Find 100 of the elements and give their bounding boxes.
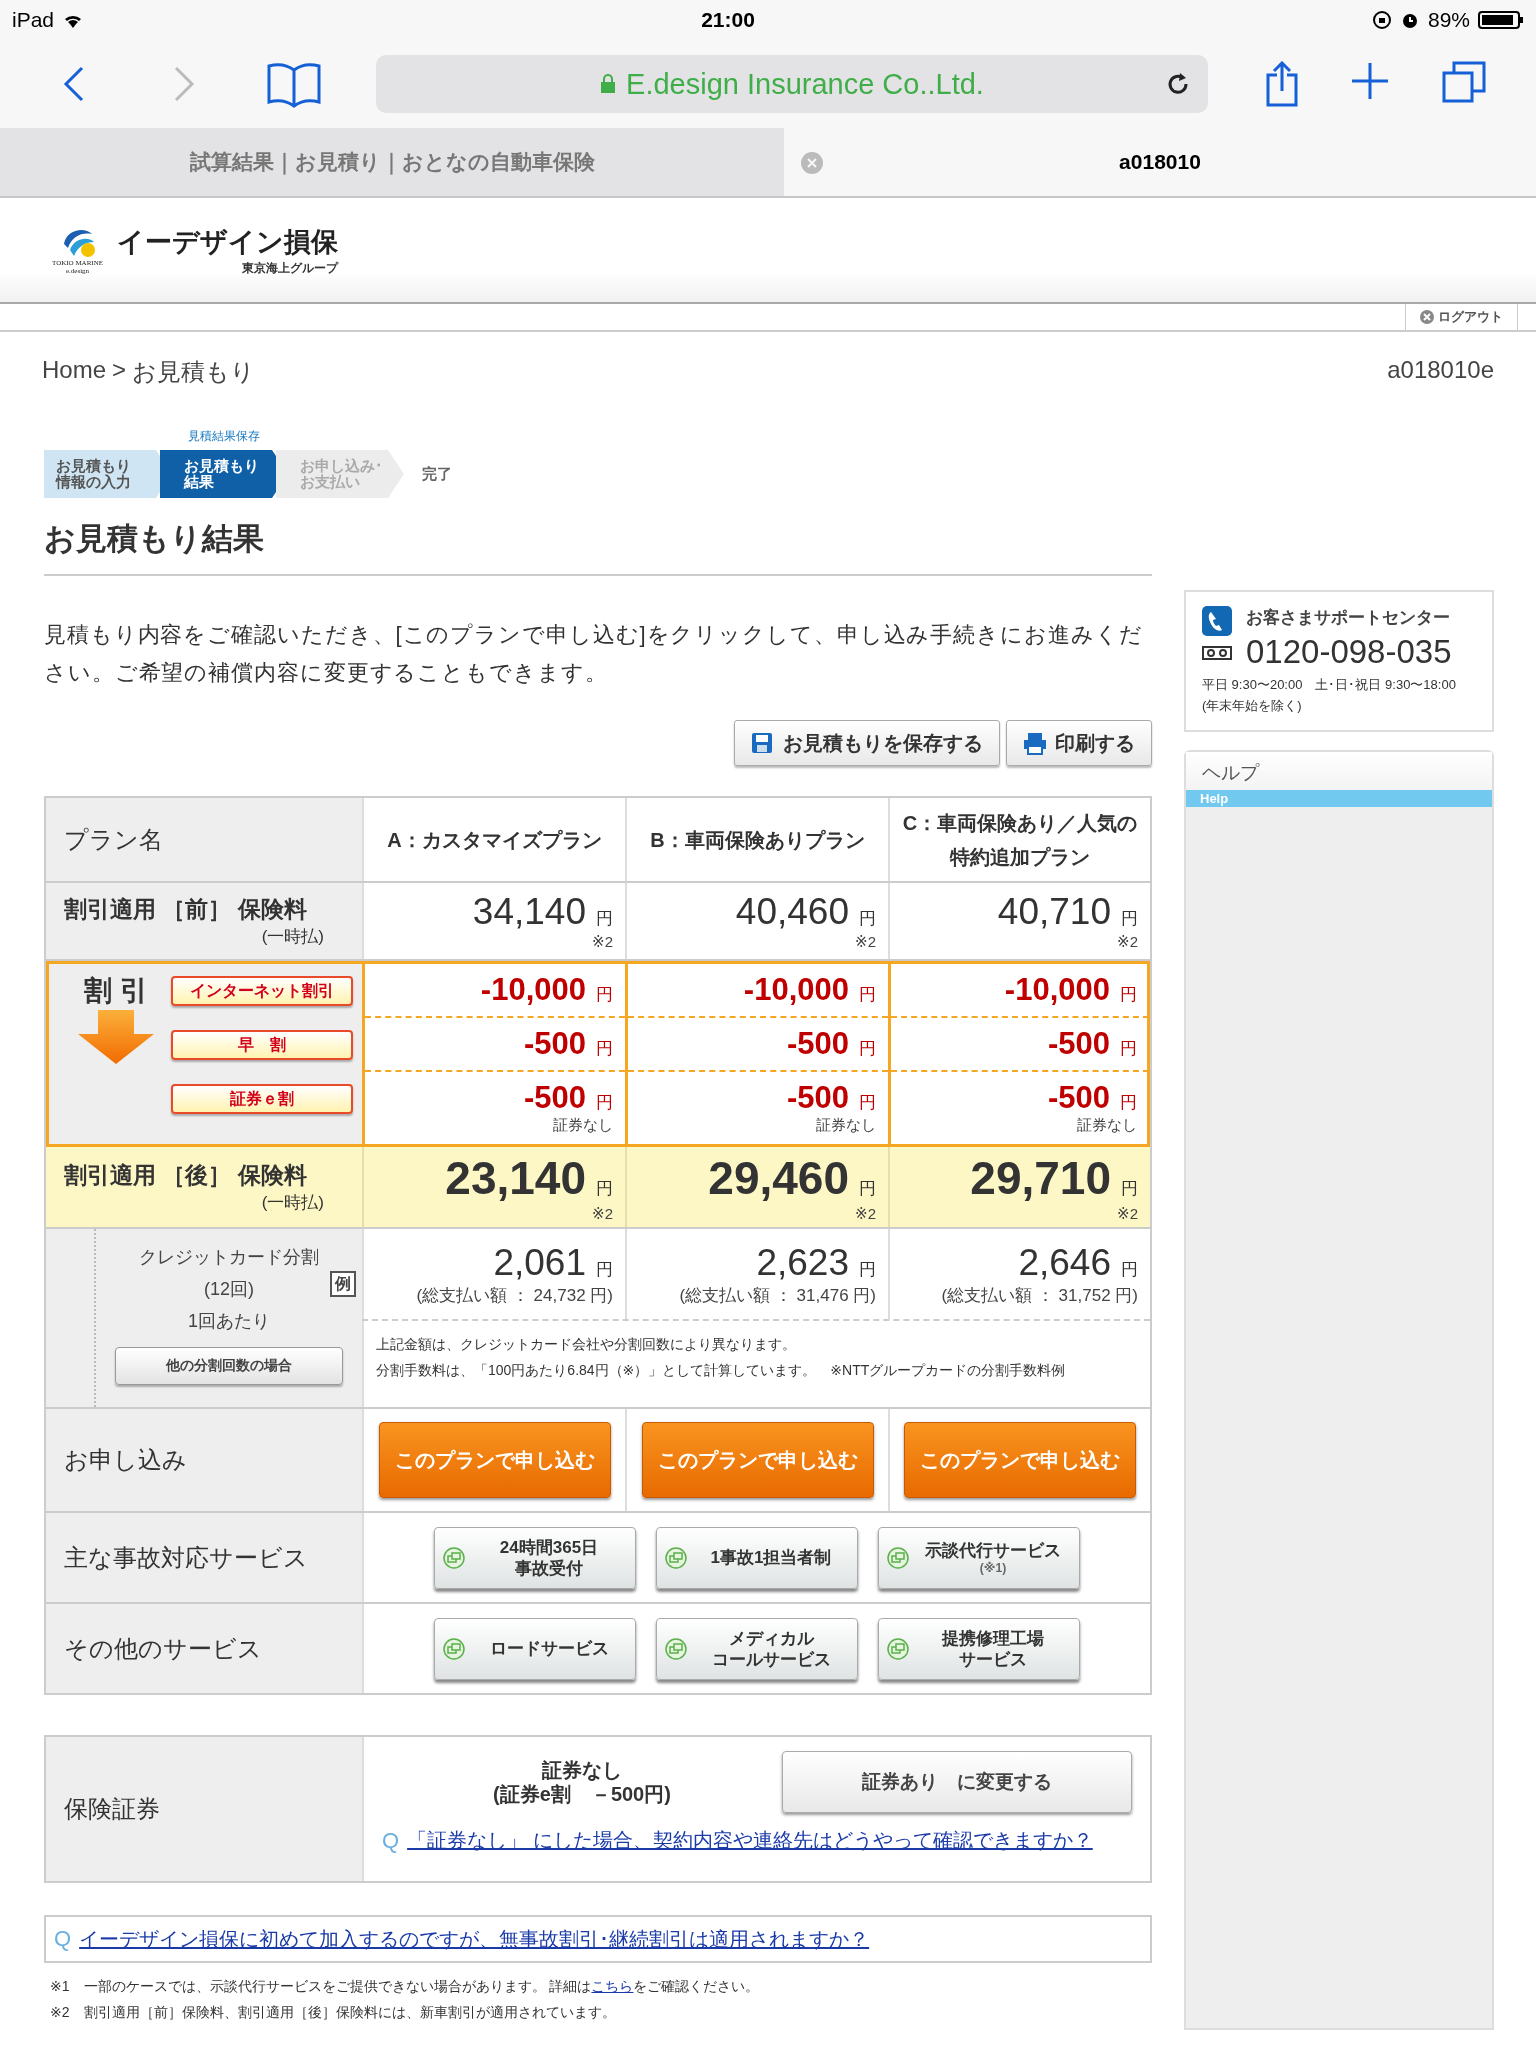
row-sublabel: (一時払) [261,1192,324,1214]
hours-note: (年末年始を除く) [1202,698,1303,713]
discount-label: 割 引 [84,974,148,1008]
footnote-text: 一部のケースでは、示談代行サービスをご提供できない場合があります。 詳細は こちら をご確認ください。 [83,1977,760,1996]
service-button[interactable]: 1事故1担当者制 [656,1526,858,1589]
amount: 2,623 [756,1241,849,1284]
service-button[interactable]: ロードサービス [434,1617,636,1680]
faq-link[interactable]: 「証券なし」 にした場合、契約内容や連絡先はどうやって確認できますか？ [407,1827,1093,1854]
support-title: お客さまサポートセンター [1246,607,1451,629]
window-icon [887,1637,909,1660]
yen-unit: 円 [1120,1038,1137,1060]
note-text: 上記金額は、クレジットカード会社や分割回数により異なります。 [376,1335,797,1354]
phone-icon [1202,606,1232,636]
yen-unit: 円 [596,1038,613,1060]
plan-name: C：車両保険あり／人気の特約追加プラン [888,798,1150,881]
discount-amount: -500 [786,1080,849,1116]
footnote-mark: ※1 [50,1977,70,1996]
step-note: 見積結果保存 [188,428,260,445]
discount-amount: -10,000 [480,972,586,1008]
change-certificate-button[interactable]: 証券あり に変更する [782,1751,1132,1813]
service-button[interactable]: 示談代行サービス (※1) [878,1526,1080,1589]
footnote-mark: ※2 [50,2003,70,2022]
save-button[interactable]: お見積もりを保存する [734,720,1000,766]
service-button[interactable]: 提携修理工場 サービス [878,1617,1080,1680]
note-mark: ※2 [855,933,876,951]
faq-link[interactable]: イーデザイン損保に初めて加入するのですが、無事故割引･継続割引は適用されますか？ [79,1925,870,1953]
yen-unit: 円 [1121,908,1138,930]
row-label: その他のサービス [64,1633,263,1664]
battery-icon [1478,10,1524,30]
row-label: お申し込み [64,1445,188,1475]
yen-unit: 円 [859,1178,876,1200]
service-button[interactable]: 24時間365日 事故受付 [434,1526,636,1589]
question-mark: Q [382,1827,400,1854]
row-label: 保険証券 [64,1794,161,1824]
discount-tag: 早 割 [171,1030,353,1060]
window-icon [665,1637,687,1660]
note-mark: ※2 [592,933,613,951]
amount: 34,140 [472,891,586,933]
note-mark: ※2 [1117,933,1138,951]
discount-note: 証券なし [816,1116,876,1135]
discount-amount: -500 [523,1026,586,1062]
bookmarks-icon[interactable] [266,60,322,108]
battery-percent: 89% [1427,8,1470,32]
row-label: 主な事故対応サービス [64,1542,309,1573]
discount-amount: -500 [786,1026,849,1062]
details-link[interactable]: こちら [591,1978,634,1994]
help-subtitle: Help [1186,790,1492,807]
print-button[interactable]: 印刷する [1006,720,1152,766]
example-badge: 例 [330,1271,356,1297]
discount-amount: -500 [523,1080,586,1116]
breadcrumb-item: お見積もり [132,357,256,387]
row-label: プラン名 [64,824,164,855]
discount-note: 証券なし [1077,1116,1137,1135]
amount: 40,460 [735,891,849,933]
total-payment: (総支払い額 ： 31,752 円) [941,1284,1138,1307]
discount-tag: インターネット割引 [171,976,353,1006]
yen-unit: 円 [596,908,613,930]
question-mark: Q [54,1926,72,1952]
row-sublabel: (一時払) [261,926,324,948]
total-payment: (総支払い額 ： 31,476 円) [679,1284,876,1307]
logout-link[interactable]: ログアウト [1405,304,1518,330]
amount: 23,140 [445,1151,586,1205]
yen-unit: 円 [1120,984,1137,1006]
page-code: a018010e [1387,356,1494,385]
service-button[interactable]: メディカル コールサービス [656,1617,858,1680]
amount: 29,710 [970,1151,1111,1205]
help-title: ヘルプ [1186,752,1492,790]
installment-options-button[interactable]: 他の分割回数の場合 [115,1347,343,1385]
tabs-icon[interactable] [1442,61,1486,103]
discount-amount: -10,000 [743,972,849,1008]
yen-unit: 円 [596,1092,613,1114]
amount: 40,710 [997,891,1111,933]
discount-tag: 証券ｅ割 [171,1084,353,1114]
row-label: 割引適用 ［前］ 保険料 [64,895,308,924]
discount-amount: -500 [1047,1080,1110,1116]
rotation-lock-icon [1371,10,1392,30]
note-mark: ※2 [592,1205,613,1223]
browser-tab[interactable]: a018010 [784,128,1536,196]
add-icon[interactable] [1350,61,1390,101]
brand-subtitle: 東京海上グループ [242,259,338,277]
breadcrumb-item[interactable]: Home [42,356,107,418]
breadcrumb-separator: > [112,356,127,385]
yen-unit: 円 [859,984,876,1006]
row-label: 1回あたり [188,1310,270,1333]
yen-unit: 円 [859,908,876,930]
yen-unit: 円 [1121,1178,1138,1200]
yen-unit: 円 [596,1178,613,1200]
certificate-status: 証券なし [542,1758,622,1782]
yen-unit: 円 [859,1258,876,1281]
business-hours: 平日 9:30〜20:00 土･日･祝日 9:30〜18:00 [1202,677,1457,692]
amount: 2,061 [493,1241,586,1284]
yen-unit: 円 [596,1258,613,1281]
amount: 29,460 [708,1151,849,1205]
page-address: E.design Insurance Co..Ltd. [626,67,984,101]
note-text: 分割手数料は、「100円あたり6.84円（※）」として計算しています。 ※NTTグループカードの分割手数料例 [376,1361,1067,1380]
down-arrow-icon [78,1010,154,1064]
brand-name: イーデザイン損保 [117,225,338,259]
device-name: iPad [12,8,55,32]
progress-step: お申し込み･ お支払い [276,450,404,498]
share-icon[interactable] [1266,61,1298,107]
